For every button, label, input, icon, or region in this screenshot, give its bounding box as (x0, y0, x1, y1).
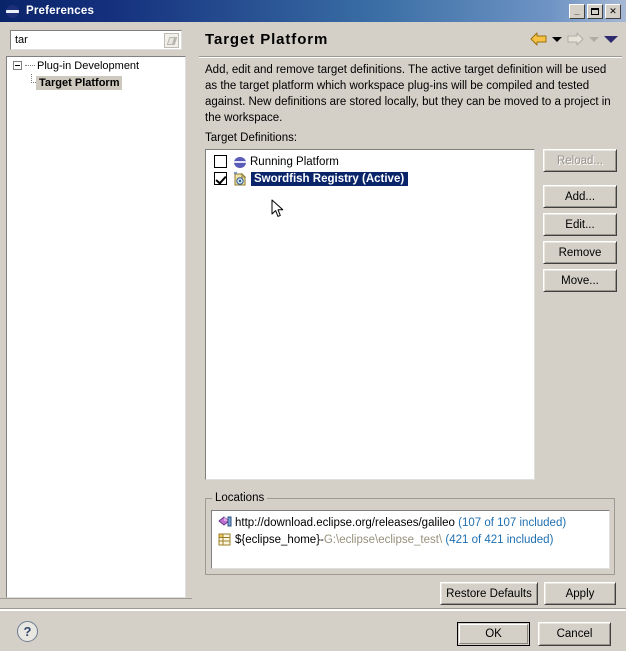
remove-button[interactable]: Remove (543, 241, 617, 264)
target-definition-icon (233, 171, 248, 186)
cancel-button[interactable]: Cancel (538, 622, 611, 646)
forward-arrow-icon (567, 32, 584, 46)
dialog-content: tar Plug-in Development Target Platform (0, 22, 626, 651)
list-item[interactable]: ${eclipse_home} - G:\eclipse\eclipse_tes… (212, 531, 609, 548)
preferences-navigation-pane: tar Plug-in Development Target Platform (6, 25, 186, 598)
eraser-icon[interactable] (164, 32, 179, 48)
move-button[interactable]: Move... (543, 269, 617, 292)
preferences-tree[interactable]: Plug-in Development Target Platform (6, 56, 186, 598)
tree-item-label: Plug-in Development (37, 59, 140, 72)
collapse-expander-icon[interactable] (13, 61, 22, 70)
tree-item-label: Target Platform (36, 75, 123, 90)
page-description: Add, edit and remove target definitions.… (205, 64, 611, 124)
header-separator (199, 56, 622, 58)
location-uri: http://download.eclipse.org/releases/gal… (235, 516, 455, 529)
edit-button[interactable]: Edit... (543, 213, 617, 236)
filter-input[interactable]: tar (15, 34, 164, 46)
back-history-chevron-down-icon[interactable] (552, 36, 562, 42)
location-count: (421 of 421 included) (445, 533, 554, 546)
close-button[interactable]: ✕ (605, 3, 621, 19)
back-arrow-icon[interactable] (530, 32, 547, 46)
reload-button[interactable]: Reload... (543, 149, 617, 172)
target-definition-label: Swordfish Registry (Active) (251, 171, 409, 186)
apply-button[interactable]: Apply (544, 582, 616, 605)
running-platform-icon (233, 155, 247, 169)
directory-icon (217, 532, 233, 547)
tree-item-plug-in-development[interactable]: Plug-in Development (7, 57, 185, 74)
page-header: Target Platform (195, 24, 626, 54)
update-site-icon (217, 515, 233, 530)
location-count: (107 of 107 included) (458, 516, 567, 529)
table-row[interactable]: Swordfish Registry (Active) (206, 170, 534, 187)
window-controls: _ ✕ (569, 3, 624, 19)
help-icon[interactable]: ? (17, 621, 38, 642)
window-titlebar[interactable]: Preferences _ ✕ (0, 0, 626, 22)
page-title: Target Platform (205, 30, 329, 48)
filter-input-wrapper[interactable]: tar (10, 30, 182, 50)
target-definition-label: Running Platform (250, 155, 339, 168)
sidebar-item-target-platform[interactable]: Target Platform (7, 74, 185, 91)
target-actions-button-column: Reload... Add... Edit... Remove Move... (543, 149, 617, 292)
forward-history-chevron-down-icon (589, 36, 599, 42)
restore-defaults-button[interactable]: Restore Defaults (440, 582, 538, 605)
target-definitions-list[interactable]: Running Platform Swordfish Registry (Act… (205, 149, 535, 480)
window-title: Preferences (26, 5, 95, 17)
locations-group-label: Locations (212, 492, 268, 504)
locations-list[interactable]: http://download.eclipse.org/releases/gal… (211, 510, 610, 569)
location-path: G:\eclipse\eclipse_test\ (323, 533, 443, 546)
add-button[interactable]: Add... (543, 185, 617, 208)
dialog-footer: ? OK Cancel (0, 611, 626, 651)
target-checkbox[interactable] (214, 172, 227, 185)
preferences-dialog: Preferences _ ✕ tar Plug-in Development (0, 0, 626, 651)
ok-button[interactable]: OK (457, 622, 530, 646)
eclipse-globe-icon (5, 3, 21, 19)
target-definitions-label: Target Definitions: (205, 132, 298, 144)
tree-connector-icon (24, 61, 36, 70)
preference-page: Target Platform Add, edit and remove tar… (195, 22, 626, 598)
ok-button-label: OK (459, 624, 528, 644)
table-row[interactable]: Running Platform (206, 153, 534, 170)
list-item[interactable]: http://download.eclipse.org/releases/gal… (212, 514, 609, 531)
view-menu-chevron-down-icon[interactable] (604, 35, 618, 43)
locations-group: Locations http://download.eclipse.org/re… (205, 492, 617, 577)
target-checkbox[interactable] (214, 155, 227, 168)
page-navigation-controls (530, 32, 618, 46)
minimize-button[interactable]: _ (569, 3, 585, 19)
location-variable: ${eclipse_home} (235, 533, 321, 546)
maximize-button[interactable] (587, 3, 603, 19)
tree-connector-icon (29, 74, 36, 91)
